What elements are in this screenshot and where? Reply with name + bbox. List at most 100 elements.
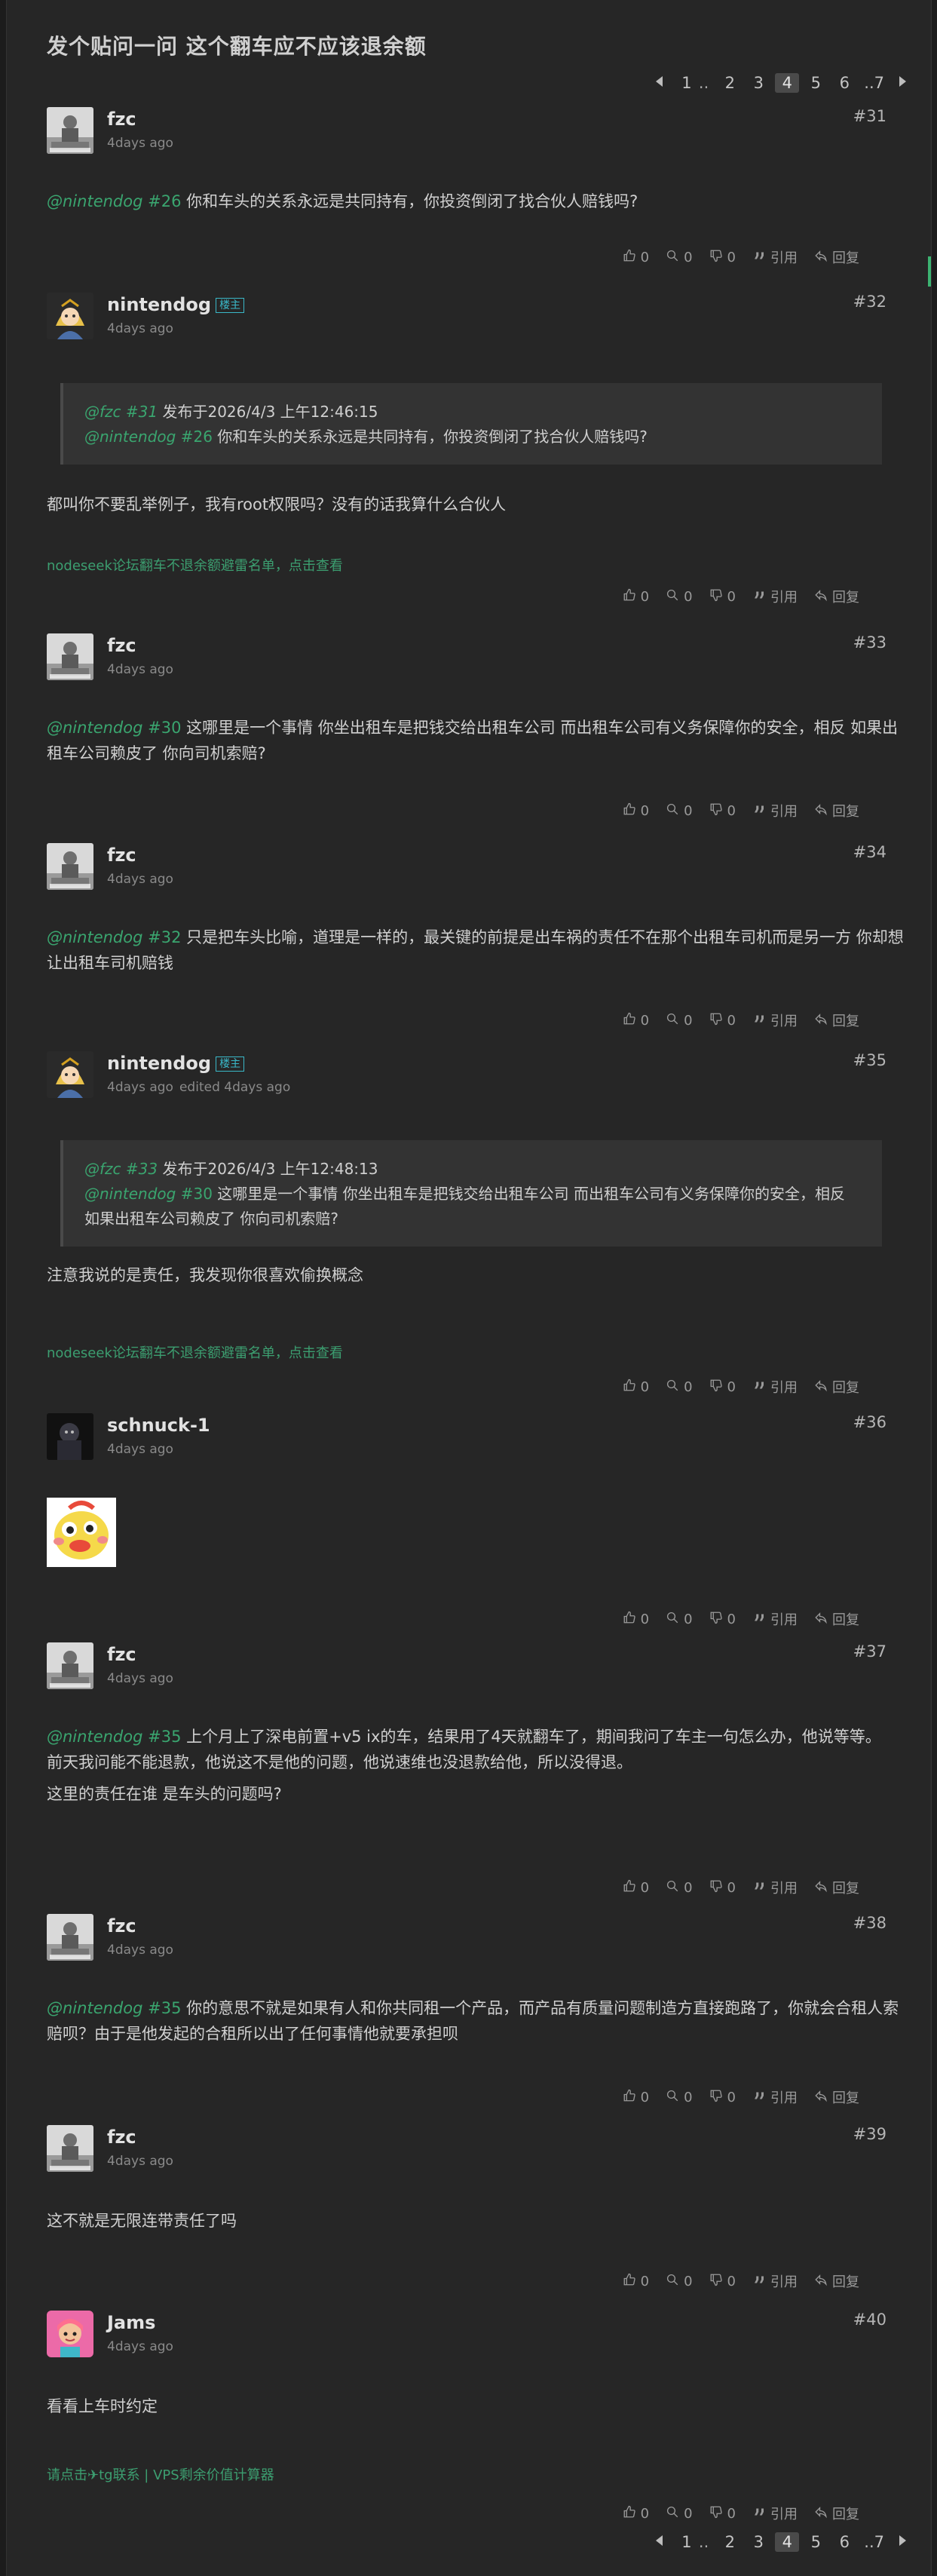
username[interactable]: fzc: [107, 1915, 136, 1937]
avatar[interactable]: [47, 1914, 93, 1961]
like-button[interactable]: 0: [623, 1377, 649, 1397]
avatar[interactable]: [47, 107, 93, 154]
search-button[interactable]: 0: [666, 2087, 693, 2107]
username-text[interactable]: schnuck-1: [107, 1415, 210, 1436]
like-button[interactable]: 0: [623, 587, 649, 606]
quote-button[interactable]: 引用: [752, 801, 798, 820]
quote-mention-link[interactable]: @nintendog: [84, 1185, 176, 1203]
quote-floor-link[interactable]: #30: [176, 1185, 213, 1203]
quote-button[interactable]: 引用: [752, 587, 798, 606]
username[interactable]: nintendog 楼主: [107, 1053, 245, 1074]
username-text[interactable]: fzc: [107, 635, 136, 656]
signature-link[interactable]: nodeseek论坛翻车不退余额避雷名单，点击查看: [47, 1342, 343, 1362]
avatar[interactable]: [47, 2311, 93, 2357]
dislike-button[interactable]: 0: [709, 2087, 736, 2107]
avatar[interactable]: [47, 2125, 93, 2172]
floor-number[interactable]: #40: [853, 2311, 886, 2329]
username-text[interactable]: fzc: [107, 1915, 136, 1937]
username[interactable]: Jams: [107, 2312, 155, 2333]
avatar[interactable]: [47, 1051, 93, 1098]
floor-number[interactable]: #31: [853, 107, 886, 125]
username[interactable]: nintendog 楼主: [107, 294, 245, 315]
page-link[interactable]: 1: [675, 2532, 699, 2552]
dislike-button[interactable]: 0: [709, 1377, 736, 1397]
page-link[interactable]: 4: [775, 2532, 800, 2552]
floor-number[interactable]: #32: [853, 293, 886, 311]
username[interactable]: fzc: [107, 635, 136, 656]
floor-number[interactable]: #36: [853, 1413, 886, 1431]
like-button[interactable]: 0: [623, 247, 649, 267]
username-text[interactable]: Jams: [107, 2312, 155, 2333]
reply-button[interactable]: 回复: [814, 2271, 859, 2291]
avatar[interactable]: [47, 293, 93, 339]
reply-button[interactable]: 回复: [814, 2087, 859, 2107]
search-button[interactable]: 0: [666, 2271, 693, 2291]
page-link[interactable]: 6: [832, 73, 856, 93]
username[interactable]: fzc: [107, 845, 136, 866]
floor-ref-link[interactable]: #26: [142, 192, 181, 210]
reply-button[interactable]: 回复: [814, 1878, 859, 1897]
search-button[interactable]: 0: [666, 1609, 693, 1629]
username[interactable]: fzc: [107, 1644, 136, 1665]
dislike-button[interactable]: 0: [709, 247, 736, 267]
page-link[interactable]: 1: [675, 73, 699, 93]
floor-ref-link[interactable]: #35: [142, 1999, 181, 2017]
reply-button[interactable]: 回复: [814, 1609, 859, 1629]
signature-link[interactable]: 请点击✈tg联系 | VPS剩余价值计算器: [47, 2464, 274, 2484]
mention-link[interactable]: @nintendog: [47, 719, 142, 737]
like-button[interactable]: 0: [623, 2504, 649, 2523]
dislike-button[interactable]: 0: [709, 1878, 736, 1897]
username-text[interactable]: fzc: [107, 1644, 136, 1665]
like-button[interactable]: 0: [623, 2087, 649, 2107]
username-text[interactable]: nintendog: [107, 294, 211, 315]
avatar[interactable]: [47, 1413, 93, 1460]
dislike-button[interactable]: 0: [709, 587, 736, 606]
floor-number[interactable]: #34: [853, 843, 886, 861]
quote-button[interactable]: 引用: [752, 1609, 798, 1629]
like-button[interactable]: 0: [623, 2271, 649, 2291]
page-link[interactable]: 2: [718, 73, 742, 93]
search-button[interactable]: 0: [666, 1010, 693, 1030]
page-link[interactable]: 3: [746, 2532, 770, 2552]
username[interactable]: fzc: [107, 109, 136, 130]
mention-link[interactable]: @nintendog: [47, 192, 142, 210]
search-button[interactable]: 0: [666, 2504, 693, 2523]
page-link[interactable]: 5: [804, 73, 828, 93]
quote-button[interactable]: 引用: [752, 2087, 798, 2107]
search-button[interactable]: 0: [666, 1377, 693, 1397]
reply-button[interactable]: 回复: [814, 1377, 859, 1397]
mention-link[interactable]: @nintendog: [47, 1728, 142, 1746]
floor-number[interactable]: #37: [853, 1642, 886, 1661]
like-button[interactable]: 0: [623, 1609, 649, 1629]
reply-button[interactable]: 回复: [814, 247, 859, 267]
quote-mention-link[interactable]: @nintendog: [84, 428, 176, 446]
quote-floor-link[interactable]: #33: [121, 1160, 158, 1178]
floor-number[interactable]: #38: [853, 1914, 886, 1932]
reply-button[interactable]: 回复: [814, 801, 859, 820]
signature-link[interactable]: nodeseek论坛翻车不退余额避雷名单，点击查看: [47, 555, 343, 575]
dislike-button[interactable]: 0: [709, 1609, 736, 1629]
prev-page-icon[interactable]: [649, 2533, 670, 2552]
username[interactable]: fzc: [107, 2127, 136, 2148]
reply-button[interactable]: 回复: [814, 2504, 859, 2523]
page-link[interactable]: ..7: [861, 2532, 887, 2552]
quote-button[interactable]: 引用: [752, 1878, 798, 1897]
like-button[interactable]: 0: [623, 1010, 649, 1030]
quote-button[interactable]: 引用: [752, 2271, 798, 2291]
floor-number[interactable]: #39: [853, 2125, 886, 2143]
prev-page-icon[interactable]: [649, 74, 670, 93]
quote-floor-link[interactable]: #31: [121, 403, 158, 421]
like-button[interactable]: 0: [623, 801, 649, 820]
dislike-button[interactable]: 0: [709, 1010, 736, 1030]
dislike-button[interactable]: 0: [709, 801, 736, 820]
like-button[interactable]: 0: [623, 1878, 649, 1897]
next-page-icon[interactable]: [892, 2533, 913, 2552]
quote-button[interactable]: 引用: [752, 2504, 798, 2523]
floor-ref-link[interactable]: #35: [142, 1728, 181, 1746]
page-link[interactable]: 6: [832, 2532, 856, 2552]
avatar[interactable]: [47, 633, 93, 680]
search-button[interactable]: 0: [666, 587, 693, 606]
dislike-button[interactable]: 0: [709, 2271, 736, 2291]
page-link[interactable]: 4: [775, 73, 800, 93]
reply-button[interactable]: 回复: [814, 587, 859, 606]
